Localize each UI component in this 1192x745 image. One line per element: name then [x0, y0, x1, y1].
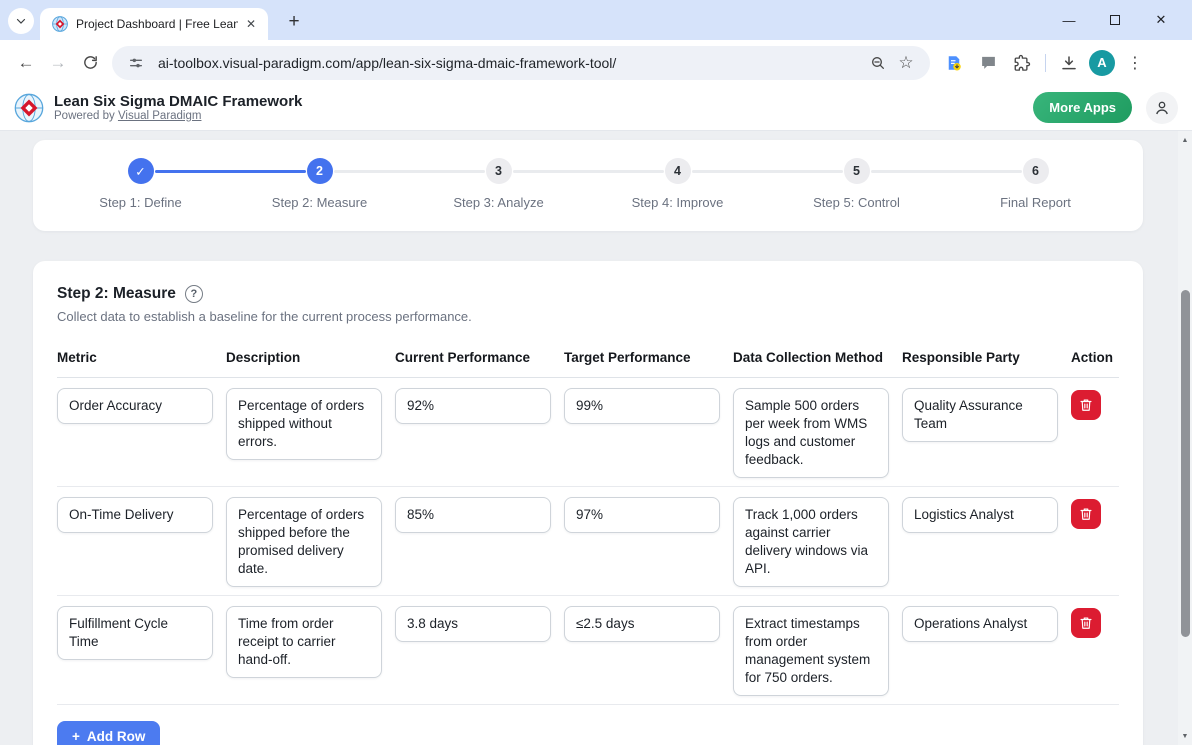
reload-button[interactable] [74, 47, 106, 79]
comment-icon[interactable] [974, 49, 1002, 77]
stepper-step-measure[interactable]: 2 Step 2: Measure [230, 158, 409, 231]
stepper-step-analyze[interactable]: 3 Step 3: Analyze [409, 158, 588, 231]
responsible-party-input[interactable]: Logistics Analyst [902, 497, 1058, 533]
downloads-icon[interactable] [1055, 49, 1083, 77]
site-favicon-icon [52, 16, 68, 32]
stepper-step-control[interactable]: 5 Step 5: Control [767, 158, 946, 231]
delete-row-button[interactable] [1071, 499, 1101, 529]
header-actions: More Apps [1033, 92, 1178, 124]
extensions-puzzle-icon[interactable] [1008, 49, 1036, 77]
description-input[interactable]: Percentage of orders shipped before the … [226, 497, 382, 587]
target-performance-input[interactable]: 99% [564, 388, 720, 424]
window-controls: — ✕ [1046, 0, 1184, 40]
plus-icon: + [72, 729, 80, 744]
page-body: ✓ Step 1: Define 2 Step 2: Measure 3 Ste… [0, 131, 1192, 745]
app-title-block: Lean Six Sigma DMAIC Framework Powered b… [54, 93, 302, 122]
column-header-responsible-party: Responsible Party [902, 350, 1058, 365]
table-row: On-Time Delivery Percentage of orders sh… [57, 487, 1119, 596]
browser-profile-avatar[interactable]: A [1089, 50, 1115, 76]
current-performance-input[interactable]: 85% [395, 497, 551, 533]
data-collection-method-input[interactable]: Track 1,000 orders against carrier deliv… [733, 497, 889, 587]
target-performance-input[interactable]: ≤2.5 days [564, 606, 720, 642]
section-subtitle: Collect data to establish a baseline for… [57, 309, 1119, 324]
visual-paradigm-link[interactable]: Visual Paradigm [118, 110, 202, 122]
metric-input[interactable]: Order Accuracy [57, 388, 213, 424]
tab-title: Project Dashboard | Free Lean S [76, 17, 238, 31]
target-performance-input[interactable]: 97% [564, 497, 720, 533]
metric-input[interactable]: Fulfillment Cycle Time [57, 606, 213, 660]
zoom-level-icon[interactable] [864, 49, 892, 77]
forward-button[interactable]: → [42, 47, 74, 79]
table-row: Order Accuracy Percentage of orders ship… [57, 378, 1119, 487]
powered-by: Powered by Visual Paradigm [54, 110, 302, 122]
window-maximize-button[interactable] [1092, 0, 1138, 40]
window-minimize-button[interactable]: — [1046, 0, 1092, 40]
tab-close-icon[interactable]: ✕ [242, 15, 260, 33]
trash-icon [1079, 398, 1093, 412]
data-collection-method-input[interactable]: Sample 500 orders per week from WMS logs… [733, 388, 889, 478]
browser-menu-icon[interactable]: ⋮ [1121, 49, 1149, 77]
responsible-party-input[interactable]: Quality Assurance Team [902, 388, 1058, 442]
url-text[interactable]: ai-toolbox.visual-paradigm.com/app/lean-… [158, 55, 864, 71]
column-header-description: Description [226, 350, 382, 365]
browser-toolbar: ← → ai-toolbox.visual-paradigm.com/app/l… [0, 40, 1192, 85]
maximize-icon [1110, 15, 1120, 25]
site-settings-icon[interactable] [122, 49, 150, 77]
table-row: Fulfillment Cycle Time Time from order r… [57, 596, 1119, 705]
description-input[interactable]: Time from order receipt to carrier hand-… [226, 606, 382, 678]
dmaic-stepper: ✓ Step 1: Define 2 Step 2: Measure 3 Ste… [33, 140, 1143, 231]
visual-paradigm-logo-icon [14, 93, 44, 123]
current-performance-input[interactable]: 3.8 days [395, 606, 551, 642]
new-tab-button[interactable]: + [282, 10, 306, 34]
address-bar[interactable]: ai-toolbox.visual-paradigm.com/app/lean-… [112, 46, 930, 80]
page-download-icon[interactable] [940, 49, 968, 77]
app-header: Lean Six Sigma DMAIC Framework Powered b… [0, 85, 1192, 131]
metric-input[interactable]: On-Time Delivery [57, 497, 213, 533]
scroll-down-icon[interactable]: ▼ [1178, 729, 1192, 743]
table-header: Metric Description Current Performance T… [57, 350, 1119, 378]
column-header-target-performance: Target Performance [564, 350, 720, 365]
delete-row-button[interactable] [1071, 608, 1101, 638]
help-icon[interactable]: ? [185, 285, 203, 303]
browser-titlebar: Project Dashboard | Free Lean S ✕ + — ✕ [0, 0, 1192, 40]
data-collection-method-input[interactable]: Extract timestamps from order management… [733, 606, 889, 696]
responsible-party-input[interactable]: Operations Analyst [902, 606, 1058, 642]
bookmark-star-icon[interactable]: ☆ [892, 49, 920, 77]
user-account-button[interactable] [1146, 92, 1178, 124]
delete-row-button[interactable] [1071, 390, 1101, 420]
current-performance-input[interactable]: 92% [395, 388, 551, 424]
more-apps-button[interactable]: More Apps [1033, 92, 1132, 123]
toolbar-separator [1045, 54, 1046, 72]
app-title: Lean Six Sigma DMAIC Framework [54, 93, 302, 110]
stepper-step-improve[interactable]: 4 Step 4: Improve [588, 158, 767, 231]
chevron-down-icon [15, 15, 27, 27]
back-button[interactable]: ← [10, 47, 42, 79]
measure-card: Step 2: Measure ? Collect data to establ… [33, 261, 1143, 745]
stepper-step-final-report[interactable]: 6 Final Report [946, 158, 1125, 231]
section-title: Step 2: Measure [57, 285, 176, 303]
window-close-button[interactable]: ✕ [1138, 0, 1184, 40]
browser-tab[interactable]: Project Dashboard | Free Lean S ✕ [40, 8, 268, 40]
person-icon [1153, 99, 1171, 117]
trash-icon [1079, 507, 1093, 521]
scroll-up-icon[interactable]: ▲ [1178, 133, 1192, 147]
column-header-metric: Metric [57, 350, 213, 365]
scrollbar-thumb[interactable] [1181, 290, 1190, 637]
toolbar-actions: A ⋮ [940, 49, 1149, 77]
description-input[interactable]: Percentage of orders shipped without err… [226, 388, 382, 460]
trash-icon [1079, 616, 1093, 630]
step-complete-check-icon: ✓ [128, 158, 154, 184]
stepper-step-define[interactable]: ✓ Step 1: Define [51, 158, 230, 231]
tab-search-button[interactable] [8, 8, 34, 34]
add-row-button[interactable]: + Add Row [57, 721, 160, 745]
page-scrollbar[interactable]: ▲ ▼ [1178, 131, 1192, 745]
column-header-action: Action [1071, 350, 1119, 365]
column-header-current-performance: Current Performance [395, 350, 551, 365]
column-header-data-collection-method: Data Collection Method [733, 350, 889, 365]
